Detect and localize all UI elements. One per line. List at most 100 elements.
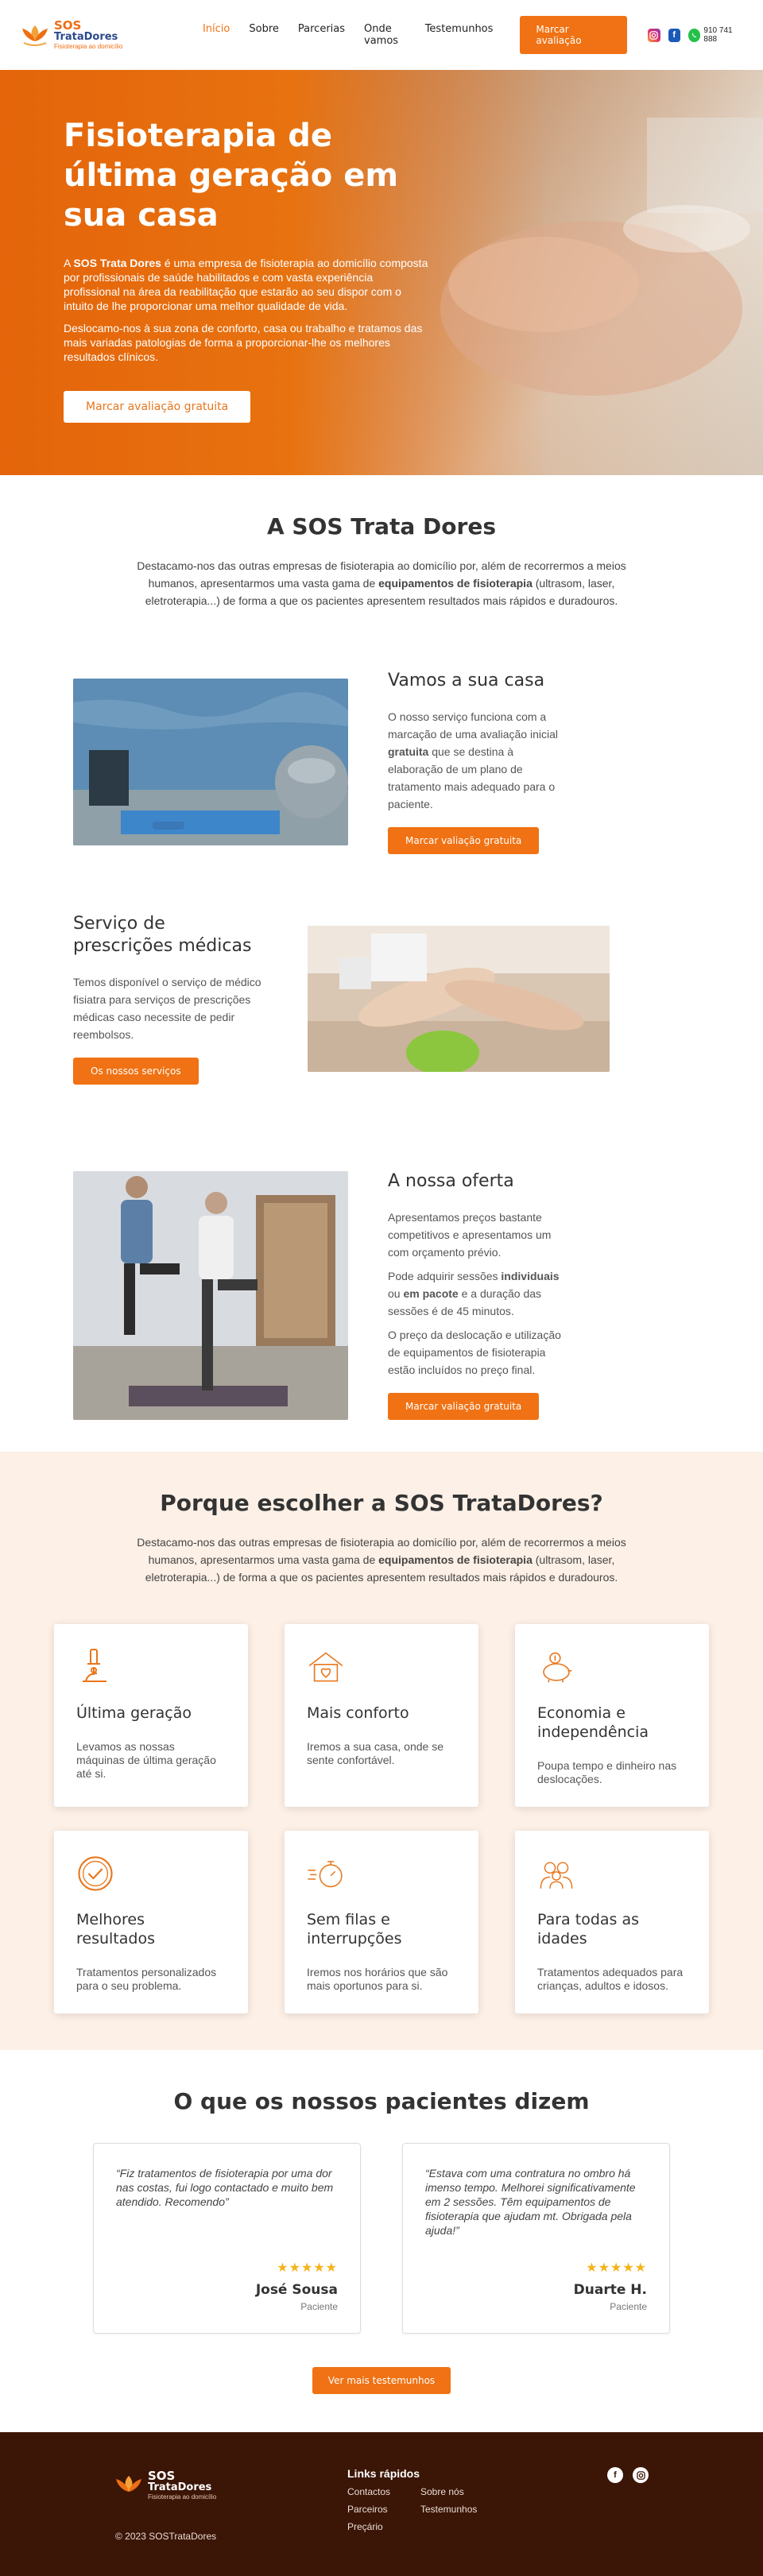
testimonial-quote: “Estava com uma contratura no ombro há i… <box>425 2167 636 2237</box>
footer-socials: f <box>607 2467 649 2483</box>
instagram-icon[interactable] <box>648 28 660 42</box>
footer-links-title: Links rápidos <box>347 2467 420 2480</box>
check-badge-icon <box>76 1853 114 1894</box>
feature-prescriptions-button[interactable]: Os nossos serviços <box>73 1058 199 1085</box>
feature-home-visit-text: O nosso serviço funciona com a marcação … <box>388 710 558 810</box>
hero-title: Fisioterapia de última geração em sua ca… <box>64 118 399 234</box>
testimonial-card: “Estava com uma contratura no ombro há i… <box>402 2143 670 2334</box>
why-card-title: Economia e independência <box>537 1704 649 1741</box>
logo-line2: TrataDores <box>54 31 118 43</box>
stopwatch-icon <box>307 1853 345 1894</box>
why-card: Melhores resultados Tratamentos personal… <box>54 1831 248 2013</box>
star-rating: ★★★★★ <box>586 2261 647 2275</box>
footer-link-sobre-nos[interactable]: Sobre nós <box>420 2486 494 2497</box>
feature-offer-title: A nossa oferta <box>388 1171 514 1191</box>
more-testimonials-button[interactable]: Ver mais testemunhos <box>312 2367 451 2394</box>
why-card: Mais conforto Iremos a sua casa, onde se… <box>285 1624 478 1807</box>
gym-ball-image <box>73 679 348 845</box>
footer-logo-line2: TrataDores <box>148 2481 212 2493</box>
feature-prescriptions: Serviço de prescrições médicas Temos dis… <box>56 913 707 1085</box>
why-card-text: Poupa tempo e dinheiro nas deslocações. <box>537 1759 677 1785</box>
testimonial-name: Duarte H. <box>573 2282 647 2298</box>
hero-paragraph-1: A SOS Trata Dores é uma empresa de fisio… <box>64 257 428 312</box>
why-card: Última geração Levamos as nossas máquina… <box>54 1624 248 1807</box>
why-card-text: Levamos as nossas máquinas de última ger… <box>76 1740 216 1780</box>
footer-link-contactos[interactable]: Contactos <box>347 2486 420 2497</box>
testimonials-section: O que os nossos pacientes dizem “Fiz tra… <box>0 2050 763 2432</box>
feature-prescriptions-text: Temos disponível o serviço de médico fis… <box>73 976 261 1041</box>
instagram-icon[interactable] <box>633 2467 649 2483</box>
knee-therapy-image <box>308 926 610 1072</box>
logo[interactable]: SOS TrataDores Fisioterapia ao domicílio <box>19 20 188 50</box>
feature-offer-text-2: Pode adquirir sessões individuais ou em … <box>388 1270 560 1317</box>
feature-offer-text-3: O preço da deslocação e utilização de eq… <box>388 1329 561 1376</box>
why-card-title: Última geração <box>76 1704 192 1722</box>
why-card: Economia e independência Poupa tempo e d… <box>515 1624 709 1807</box>
phone-number[interactable]: 910 741 888 <box>703 26 744 44</box>
site-footer: SOS TrataDores Fisioterapia ao domicílio… <box>0 2432 763 2576</box>
logo-line1: SOS <box>54 18 82 33</box>
why-card-title: Para todas as idades <box>537 1911 639 1947</box>
piggy-bank-icon <box>537 1646 575 1688</box>
footer-link-parceiros[interactable]: Parceiros <box>347 2504 420 2515</box>
feature-home-visit: Vamos a sua casa O nosso serviço funcion… <box>56 670 707 854</box>
site-header: SOS TrataDores Fisioterapia ao domicílio… <box>0 0 763 70</box>
facebook-icon[interactable]: f <box>607 2467 623 2483</box>
why-card-title: Sem filas e interrupções <box>307 1911 402 1947</box>
feature-home-visit-button[interactable]: Marcar valiação gratuita <box>388 827 540 854</box>
testimonial-role: Paciente <box>610 2301 647 2312</box>
why-card-title: Melhores resultados <box>76 1911 155 1947</box>
star-rating: ★★★★★ <box>277 2261 338 2275</box>
feature-offer-button[interactable]: Marcar valiação gratuita <box>388 1393 540 1420</box>
why-section: Porque escolher a SOS TrataDores? Destac… <box>0 1452 763 2050</box>
feature-offer: A nossa oferta Apresentamos preços basta… <box>56 1170 707 1420</box>
logo-tagline: Fisioterapia ao domicílio <box>54 43 123 50</box>
footer-logo-line1: SOS <box>148 2469 176 2483</box>
hero-book-button[interactable]: Marcar avaliação gratuita <box>64 391 251 423</box>
testimonial-list: “Fiz tratamentos de fisioterapia por uma… <box>93 2143 670 2334</box>
testimonial-card: “Fiz tratamentos de fisioterapia por uma… <box>93 2143 361 2334</box>
testimonial-quote: “Fiz tratamentos de fisioterapia por uma… <box>116 2167 334 2208</box>
why-card-text: Iremos a sua casa, onde se sente confort… <box>307 1740 443 1766</box>
copyright: © 2023 SOSTrataDores <box>115 2531 217 2542</box>
facebook-icon[interactable]: f <box>668 28 680 42</box>
nav-item-sobre[interactable]: Sobre <box>249 23 279 47</box>
why-intro: Destacamo-nos das outras empresas de fis… <box>137 1536 626 1584</box>
header-book-button[interactable]: Marcar avaliação <box>520 16 628 54</box>
why-card-text: Tratamentos personalizados para o seu pr… <box>76 1966 217 1992</box>
footer-links: Links rápidos Contactos Sobre nós Parcei… <box>347 2467 494 2532</box>
about-section: A SOS Trata Dores Destacamo-nos das outr… <box>0 475 763 1420</box>
hero-paragraph-2: Deslocamo-nos à sua zona de conforto, ca… <box>64 322 423 363</box>
testimonials-title: O que os nossos pacientes dizem <box>173 2088 590 2114</box>
nav-item-onde-vamos[interactable]: Onde vamos <box>364 23 406 47</box>
nav-item-inicio[interactable]: Início <box>203 23 230 47</box>
footer-logo-tagline: Fisioterapia ao domicílio <box>148 2493 217 2501</box>
nav-item-testemunhos[interactable]: Testemunhos <box>425 23 494 47</box>
why-card-text: Iremos nos horários que são mais oportun… <box>307 1966 448 1992</box>
footer-link-testemunhos[interactable]: Testemunhos <box>420 2504 494 2515</box>
house-heart-icon <box>307 1646 345 1688</box>
why-card: Para todas as idades Tratamentos adequad… <box>515 1831 709 2013</box>
hero-section: Fisioterapia de última geração em sua ca… <box>0 70 763 475</box>
feature-prescriptions-title: Serviço de prescrições médicas <box>73 914 252 956</box>
whatsapp-icon[interactable] <box>687 28 701 42</box>
testimonial-name: José Sousa <box>255 2282 338 2298</box>
lotus-logo-icon <box>116 2476 141 2492</box>
header-socials: f 910 741 888 <box>648 26 744 44</box>
lotus-logo-icon <box>19 22 51 48</box>
main-nav: Início Sobre Parcerias Onde vamos Testem… <box>203 23 493 47</box>
exercise-couple-image <box>73 1170 348 1420</box>
about-title: A SOS Trata Dores <box>267 513 496 540</box>
feature-home-visit-title: Vamos a sua casa <box>388 671 545 690</box>
nav-item-parcerias[interactable]: Parcerias <box>298 23 345 47</box>
about-intro: Destacamo-nos das outras empresas de fis… <box>137 559 626 607</box>
why-card-title: Mais conforto <box>307 1704 409 1722</box>
microscope-icon <box>76 1646 114 1688</box>
why-title: Porque escolher a SOS TrataDores? <box>160 1490 603 1516</box>
family-icon <box>537 1853 575 1894</box>
footer-logo[interactable]: SOS TrataDores Fisioterapia ao domicílio <box>113 2470 216 2501</box>
why-cards: Última geração Levamos as nossas máquina… <box>54 1624 709 2013</box>
feature-offer-text-1: Apresentamos preços bastante competitivo… <box>388 1211 552 1259</box>
footer-link-precario[interactable]: Preçário <box>347 2521 420 2532</box>
testimonial-role: Paciente <box>300 2301 338 2312</box>
